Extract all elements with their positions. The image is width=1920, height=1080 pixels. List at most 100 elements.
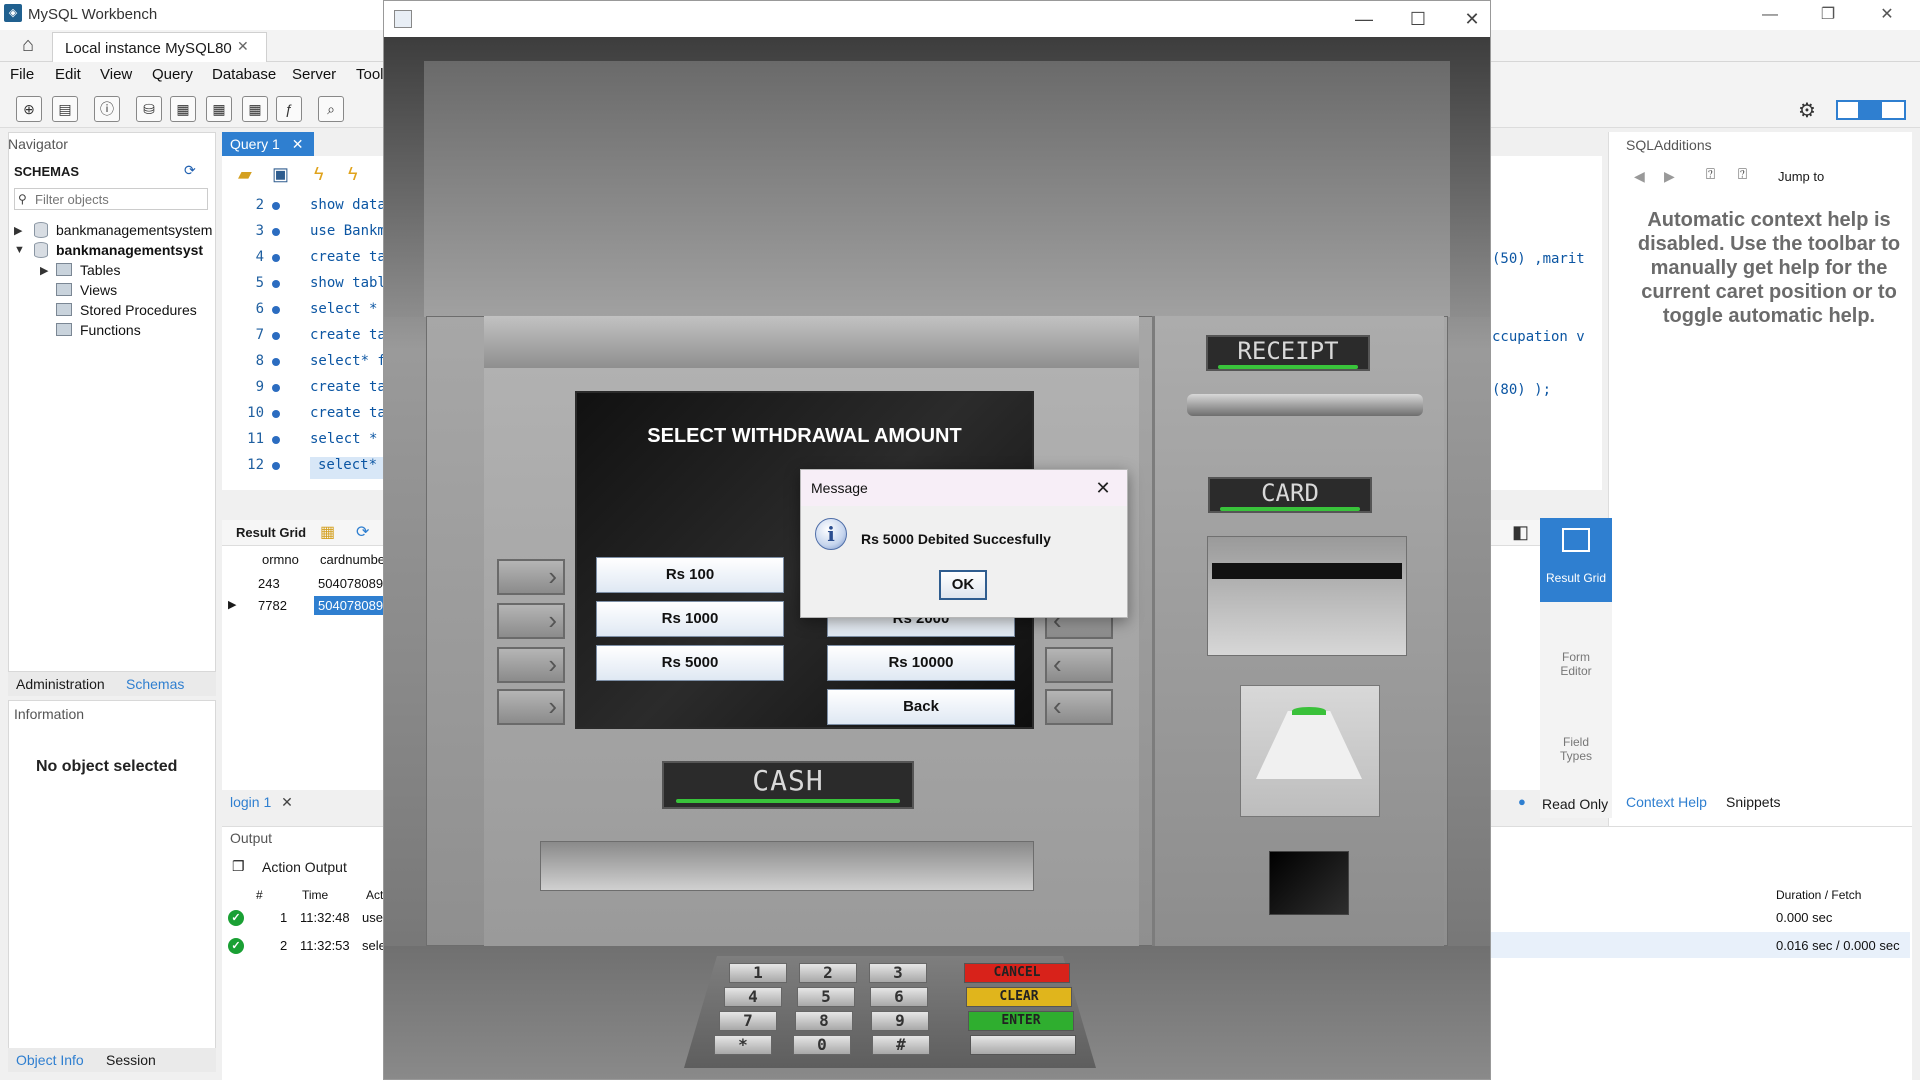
tree-item-functions[interactable]: Functions: [80, 322, 141, 338]
home-icon[interactable]: ⌂: [10, 34, 46, 58]
field-types-button[interactable]: Field Types: [1554, 735, 1598, 763]
refresh-icon[interactable]: ⟳: [356, 522, 369, 542]
keypad-key-2[interactable]: 2: [799, 963, 857, 983]
keypad-key-9[interactable]: 9: [871, 1011, 929, 1031]
tab-administration[interactable]: Administration: [16, 676, 105, 692]
keypad-key-7[interactable]: 7: [719, 1011, 777, 1031]
search-table-data-icon[interactable]: ⌕: [318, 96, 344, 122]
keypad-key-1[interactable]: 1: [729, 963, 787, 983]
menu-server[interactable]: Server: [292, 66, 336, 83]
tab-object-info[interactable]: Object Info: [16, 1052, 84, 1068]
side-key-left-3[interactable]: ›: [497, 647, 565, 683]
restore-icon[interactable]: ❐: [1813, 4, 1843, 26]
grid-cell[interactable]: 504078089: [318, 576, 383, 591]
navigator-header: Navigator: [8, 136, 68, 152]
settings-gear-icon[interactable]: ⚙: [1798, 98, 1816, 123]
inspector-icon[interactable]: ⓘ: [94, 96, 120, 122]
keypad-key-6[interactable]: 6: [870, 987, 928, 1007]
filter-objects-input[interactable]: [14, 188, 208, 210]
tab-login-1[interactable]: login 1 ✕: [230, 794, 293, 811]
create-procedure-icon[interactable]: ▦: [242, 96, 268, 122]
refresh-icon[interactable]: ⟳: [184, 162, 196, 179]
close-icon[interactable]: ✕: [237, 38, 249, 55]
back-button[interactable]: Back: [827, 689, 1015, 725]
cancel-key[interactable]: CANCEL: [964, 963, 1070, 983]
close-icon[interactable]: ✕: [292, 136, 304, 152]
schema-item-bankmanagementsystem[interactable]: bankmanagementsystem: [56, 222, 212, 238]
keypad-key-hash[interactable]: #: [872, 1035, 930, 1055]
enter-key[interactable]: ENTER: [968, 1011, 1074, 1031]
rs-100-button[interactable]: Rs 100: [596, 557, 784, 593]
rs-5000-button[interactable]: Rs 5000: [596, 645, 784, 681]
tree-item-tables[interactable]: Tables: [80, 262, 120, 278]
menu-database[interactable]: Database: [212, 66, 276, 83]
save-icon[interactable]: ▣: [272, 164, 289, 185]
minimize-icon[interactable]: —: [1344, 7, 1384, 31]
manual-help-icon[interactable]: ⍰: [1706, 166, 1715, 183]
rs-1000-button[interactable]: Rs 1000: [596, 601, 784, 637]
close-icon[interactable]: ✕: [1087, 474, 1119, 502]
keypad-key-star[interactable]: *: [714, 1035, 772, 1055]
copy-icon[interactable]: ❐: [232, 858, 245, 875]
keypad-key-8[interactable]: 8: [795, 1011, 853, 1031]
execute-icon[interactable]: ϟ: [314, 164, 324, 185]
form-editor-button[interactable]: Form Editor: [1554, 650, 1598, 678]
expand-arrow-icon[interactable]: ▶: [40, 264, 48, 277]
menu-tools[interactable]: Tool: [356, 66, 384, 83]
tab-session[interactable]: Session: [106, 1052, 156, 1068]
create-schema-icon[interactable]: ⛁: [136, 96, 162, 122]
grid-view-icon[interactable]: ▦: [320, 522, 335, 542]
create-view-icon[interactable]: ▦: [206, 96, 232, 122]
connection-tab[interactable]: Local instance MySQL80: [52, 32, 267, 62]
tab-context-help[interactable]: Context Help: [1626, 794, 1707, 810]
keypad-key-3[interactable]: 3: [869, 963, 927, 983]
jump-to-label[interactable]: Jump to: [1778, 169, 1824, 184]
menu-query[interactable]: Query: [152, 66, 193, 83]
close-icon[interactable]: ✕: [281, 794, 293, 810]
keypad-key-0[interactable]: 0: [793, 1035, 851, 1055]
folder-open-icon[interactable]: ▰: [238, 164, 252, 185]
tab-query-1[interactable]: Query 1 ✕: [222, 132, 314, 156]
auto-help-icon[interactable]: ⍰: [1738, 166, 1747, 183]
grid-cell[interactable]: 7782: [258, 598, 287, 613]
new-sql-tab-icon[interactable]: ⊕: [16, 96, 42, 122]
close-icon[interactable]: ✕: [1452, 7, 1490, 31]
statement-dot-icon: [272, 462, 280, 470]
keypad-key-4[interactable]: 4: [724, 987, 782, 1007]
layout-toggle-icon[interactable]: [1836, 100, 1906, 120]
ok-button[interactable]: OK: [939, 570, 987, 600]
grid-cell-selected[interactable]: 504078089: [314, 596, 384, 615]
menu-file[interactable]: File: [10, 66, 34, 83]
back-arrow-icon[interactable]: ◀: [1634, 168, 1645, 185]
card-slot[interactable]: [1212, 563, 1402, 579]
execute-current-icon[interactable]: ϟ: [348, 164, 358, 185]
grid-cell[interactable]: 243: [258, 576, 280, 591]
menu-edit[interactable]: Edit: [55, 66, 81, 83]
side-key-left-1[interactable]: ›: [497, 559, 565, 595]
close-icon[interactable]: ✕: [1872, 4, 1902, 26]
create-table-icon[interactable]: ▦: [170, 96, 196, 122]
clear-key[interactable]: CLEAR: [966, 987, 1072, 1007]
tab-schemas[interactable]: Schemas: [126, 676, 184, 692]
action-output-select[interactable]: Action Output: [262, 859, 347, 875]
collapse-arrow-icon[interactable]: ▼: [14, 244, 25, 256]
maximize-icon[interactable]: ☐: [1398, 7, 1438, 31]
open-sql-script-icon[interactable]: ▤: [52, 96, 78, 122]
keypad-key-5[interactable]: 5: [797, 987, 855, 1007]
menu-view[interactable]: View: [100, 66, 132, 83]
side-key-right-4[interactable]: ‹: [1045, 689, 1113, 725]
schema-item-active[interactable]: bankmanagementsyst: [56, 242, 203, 258]
tree-item-views[interactable]: Views: [80, 282, 117, 298]
expand-arrow-icon[interactable]: ▶: [14, 224, 22, 237]
tree-item-stored-procedures[interactable]: Stored Procedures: [80, 302, 197, 318]
side-key-right-3[interactable]: ‹: [1045, 647, 1113, 683]
minimize-icon[interactable]: —: [1755, 4, 1785, 26]
side-key-left-2[interactable]: ›: [497, 603, 565, 639]
create-function-icon[interactable]: ƒ: [276, 96, 302, 122]
tab-snippets[interactable]: Snippets: [1726, 794, 1780, 810]
blank-key[interactable]: [970, 1035, 1076, 1055]
toggle-panel-icon[interactable]: ◧: [1512, 522, 1529, 543]
rs-10000-button[interactable]: Rs 10000: [827, 645, 1015, 681]
forward-arrow-icon[interactable]: ▶: [1664, 168, 1675, 185]
side-key-left-4[interactable]: ›: [497, 689, 565, 725]
